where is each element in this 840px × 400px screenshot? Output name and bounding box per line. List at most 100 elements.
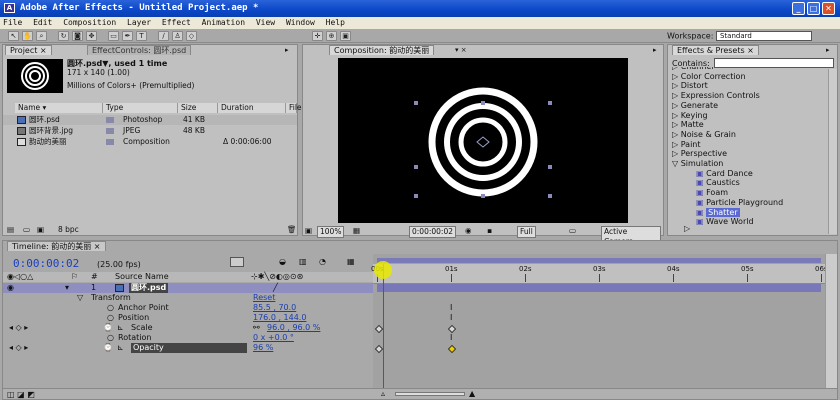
tab-composition[interactable]: Composition: 韵动的美丽: [329, 45, 435, 55]
effect-category[interactable]: ▷ Paint: [672, 140, 701, 149]
comp-menu-icon[interactable]: ▾ ×: [455, 46, 467, 54]
rotate-tool-icon[interactable]: ↻: [58, 31, 69, 41]
workspace-select[interactable]: Standard: [715, 31, 812, 41]
reset-link[interactable]: Reset: [253, 293, 275, 303]
effect-category[interactable]: ▷ Distort: [672, 81, 708, 90]
eraser-tool-icon[interactable]: ◇: [186, 31, 197, 41]
playhead[interactable]: [382, 264, 384, 388]
opacity-keyframe[interactable]: [447, 344, 457, 354]
effect-item[interactable]: ▣ Caustics: [696, 178, 740, 187]
zoom-select[interactable]: 100%: [317, 226, 345, 238]
menu-effect[interactable]: Effect: [159, 17, 194, 27]
menu-composition[interactable]: Composition: [60, 17, 119, 27]
timeline-scrollbar[interactable]: [825, 254, 837, 388]
expand-panes-icon[interactable]: ◫ ◪ ◩: [7, 390, 35, 399]
list-item[interactable]: 韵动的美丽 Composition Δ 0:00:06:00: [3, 137, 297, 147]
layer-duration-bar[interactable]: [377, 284, 821, 292]
opacity-value[interactable]: 96 %: [253, 343, 273, 353]
comp-time[interactable]: 0:00:00:02: [409, 226, 456, 238]
menu-animation[interactable]: Animation: [199, 17, 248, 27]
col-size[interactable]: Size: [178, 103, 218, 113]
panel-menu-icon[interactable]: ▸: [285, 46, 289, 54]
effect-item[interactable]: ▣ Foam: [696, 188, 728, 197]
keyframe-nav-icon[interactable]: ◂ ◇ ▸: [9, 343, 28, 353]
work-area-bar[interactable]: [377, 258, 821, 263]
effect-category[interactable]: ▷ Channel: [672, 67, 714, 71]
col-name[interactable]: Name ▾: [15, 103, 103, 113]
property-row[interactable]: ○ Position 176.0 , 144.0: [3, 313, 373, 323]
motion-blur-icon[interactable]: ◔: [319, 257, 326, 266]
rotation-value[interactable]: 0 x +0.0 °: [253, 333, 294, 343]
effect-category[interactable]: ▷ Generate: [672, 101, 718, 110]
interpret-footage-icon[interactable]: ▤: [7, 225, 14, 235]
property-row[interactable]: ◂ ◇ ▸ ⌚ ⊾ Scale ⚯ 96.0 , 96.0 %: [3, 323, 373, 333]
effect-category[interactable]: ▷ Matte: [672, 120, 704, 129]
stopwatch-icon[interactable]: ⌚: [103, 323, 113, 333]
col-source[interactable]: Source Name: [115, 272, 169, 282]
scale-keyframe[interactable]: [447, 324, 457, 334]
safe-zones-icon[interactable]: ▦: [353, 226, 360, 236]
always-preview-icon[interactable]: ▣: [305, 226, 312, 236]
new-comp-icon[interactable]: ▣: [37, 225, 44, 235]
axis-tool-icon[interactable]: ✛: [312, 31, 323, 41]
comp-viewer[interactable]: [338, 58, 628, 223]
frame-blending-icon[interactable]: ▥: [299, 257, 307, 266]
menu-edit[interactable]: Edit: [30, 17, 55, 27]
graph-icon[interactable]: ⊾: [117, 343, 124, 353]
expand-triangle-icon[interactable]: ▾: [65, 283, 69, 293]
comp-button-icon[interactable]: [230, 257, 244, 267]
keyframe-nav-icon[interactable]: ◂ ◇ ▸: [9, 323, 28, 333]
tab-effect-controls[interactable]: EffectControls: 圆环.psd: [87, 45, 192, 55]
col-duration[interactable]: Duration: [218, 103, 286, 113]
pan-behind-tool-icon[interactable]: ✥: [86, 31, 97, 41]
selection-tool-icon[interactable]: ↖: [8, 31, 19, 41]
timeline-graph[interactable]: 00s01s02s03s04s05s06s III: [371, 254, 828, 388]
timecode[interactable]: 0:00:00:02: [13, 257, 79, 270]
effect-category[interactable]: ▷ Keying: [672, 111, 708, 120]
close-button[interactable]: ✕: [822, 2, 835, 15]
zoom-in-icon[interactable]: ▲: [469, 389, 475, 398]
axis-view-icon[interactable]: ▣: [340, 31, 351, 41]
effect-category[interactable]: ▷ Perspective: [672, 149, 727, 158]
property-row[interactable]: ◂ ◇ ▸ ⌚ ⊾ Opacity 96 %: [3, 343, 373, 353]
resolution-select[interactable]: Full: [517, 226, 536, 238]
property-row[interactable]: ○ Anchor Point 85.5 , 70.0: [3, 303, 373, 313]
draft3d-icon[interactable]: ◒: [279, 257, 286, 266]
effect-category[interactable]: ▷ Color Correction: [672, 72, 746, 81]
col-type[interactable]: Type: [103, 103, 178, 113]
trash-icon[interactable]: 🗑: [287, 225, 297, 235]
expand-triangle-icon[interactable]: ▽: [77, 293, 83, 303]
effect-item[interactable]: ▣ Shatter: [696, 207, 740, 217]
stopwatch-icon[interactable]: ○: [107, 313, 114, 323]
time-ruler[interactable]: 00s01s02s03s04s05s06s: [371, 264, 828, 284]
eye-icon[interactable]: ◉: [7, 283, 14, 293]
link-icon[interactable]: ⚯: [253, 323, 260, 333]
transform-group[interactable]: ▽ Transform Reset: [3, 293, 373, 303]
graph-icon[interactable]: ⊾: [117, 323, 124, 333]
mask-tool-icon[interactable]: ▭: [108, 31, 119, 41]
graph-icon[interactable]: ▦: [347, 257, 355, 266]
effect-item[interactable]: ▷: [684, 224, 690, 233]
effect-item[interactable]: ▣ Card Dance: [696, 169, 753, 178]
zoom-slider[interactable]: [395, 392, 465, 396]
layer-row[interactable]: ◉ ▾ 1 圆环.psd ╱: [3, 283, 373, 293]
maximize-button[interactable]: □: [807, 2, 820, 15]
effect-item[interactable]: ▣ Particle Playground: [696, 198, 783, 207]
effect-item[interactable]: ▣ Wave World: [696, 217, 754, 226]
camera-tool-icon[interactable]: ◙: [72, 31, 83, 41]
new-folder-icon[interactable]: ▭: [23, 225, 30, 235]
menu-layer[interactable]: Layer: [124, 17, 154, 27]
menu-window[interactable]: Window: [283, 17, 318, 27]
clone-tool-icon[interactable]: ♙: [172, 31, 183, 41]
menu-view[interactable]: View: [253, 17, 278, 27]
bit-depth[interactable]: 8 bpc: [58, 225, 79, 235]
tab-project[interactable]: Project ×: [5, 45, 52, 55]
tab-timeline[interactable]: Timeline: 韵动的美丽 ×: [7, 241, 106, 251]
stopwatch-icon[interactable]: ○: [107, 333, 114, 343]
effect-category[interactable]: ▽ Simulation: [672, 159, 723, 168]
list-item[interactable]: 圆环.psd Photoshop 41 KB: [3, 115, 297, 125]
col-file[interactable]: File: [286, 103, 302, 113]
hand-tool-icon[interactable]: ✋: [22, 31, 33, 41]
playhead-handle[interactable]: [373, 261, 392, 279]
roi-icon[interactable]: ▭: [569, 226, 576, 236]
